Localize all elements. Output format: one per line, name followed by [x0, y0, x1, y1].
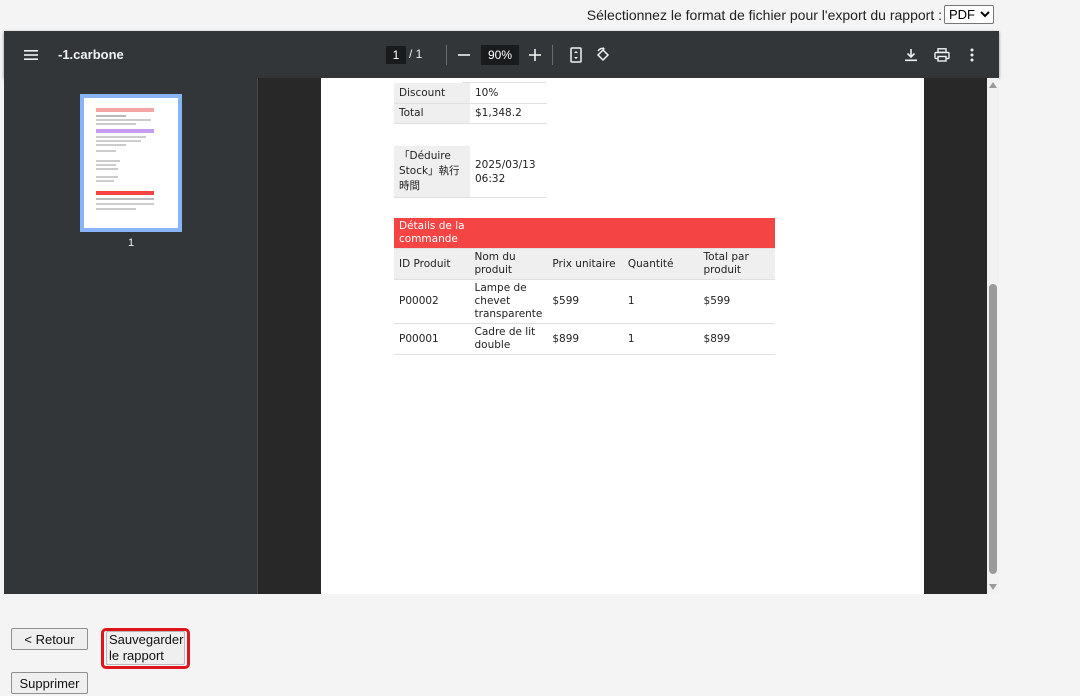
menu-icon[interactable] [21, 45, 41, 65]
export-format-label: Sélectionnez le format de fichier pour l… [586, 6, 942, 23]
table-header-row: ID Produit Nom du produit Prix unitaire … [394, 248, 775, 280]
table-cell: $899 [698, 323, 775, 355]
document-page: Discount 10% Total $1,348.2 「Déduire Sto… [321, 78, 924, 594]
toolbar-divider [552, 45, 553, 65]
vertical-scrollbar[interactable] [987, 78, 999, 594]
scrollbar-thumb[interactable] [989, 284, 997, 574]
thumbnail-preview [96, 108, 154, 210]
page-thumbnail[interactable] [80, 94, 182, 232]
print-icon[interactable] [932, 45, 952, 65]
column-header: Prix unitaire [547, 248, 623, 280]
fit-page-icon[interactable] [566, 45, 586, 65]
save-report-button[interactable]: Sauvegarder le rapport [106, 631, 185, 665]
column-header: Total par produit [698, 248, 775, 280]
zoom-in-icon[interactable] [525, 45, 545, 65]
zoom-level-input[interactable]: 90% [481, 45, 519, 65]
rotate-icon[interactable] [593, 45, 613, 65]
order-details-table: Détails de la commande ID Produit Nom du… [394, 218, 775, 355]
summary-value: $1,348.2 [470, 103, 547, 124]
summary-value: 10% [470, 83, 547, 104]
download-icon[interactable] [901, 45, 921, 65]
document-title: -1.carbone [58, 47, 124, 62]
table-cell: $599 [547, 279, 623, 324]
table-row: Discount 10% [394, 83, 547, 104]
stock-key: 「Déduire Stock」執行時間 [394, 146, 470, 198]
table-row: Total $1,348.2 [394, 103, 547, 124]
export-format-select[interactable]: PDF [944, 5, 994, 24]
table-cell: 1 [622, 323, 699, 355]
scroll-up-arrow-icon[interactable] [989, 82, 997, 88]
column-header: Nom du produit [469, 248, 548, 280]
export-format-bar: Sélectionnez le format de fichier pour l… [587, 5, 994, 24]
more-options-icon[interactable] [962, 45, 982, 65]
table-row: P00002 Lampe de chevet transparente $599… [394, 279, 775, 324]
order-table-title: Détails de la commande [394, 218, 775, 249]
table-cell: 1 [622, 279, 699, 324]
zoom-out-icon[interactable] [454, 45, 474, 65]
order-title-text: Détails de la commande [399, 220, 465, 245]
column-header: Quantité [622, 248, 699, 280]
summary-table: Discount 10% Total $1,348.2 [394, 83, 547, 124]
page-number-input[interactable]: 1 [386, 46, 406, 64]
thumbnail-sidebar: 1 [4, 78, 258, 594]
back-button[interactable]: < Retour [11, 628, 88, 650]
stock-table: 「Déduire Stock」執行時間 2025/03/13 06:32 [394, 146, 547, 198]
summary-key: Discount [394, 83, 470, 104]
document-pane[interactable]: Discount 10% Total $1,348.2 「Déduire Sto… [259, 78, 986, 594]
toolbar-divider [446, 45, 447, 65]
table-cell: Lampe de chevet transparente [469, 279, 548, 324]
page-total: / 1 [409, 47, 423, 61]
thumbnail-page-label: 1 [127, 237, 135, 249]
summary-key: Total [394, 103, 470, 124]
stock-value: 2025/03/13 06:32 [470, 146, 547, 198]
scroll-down-arrow-icon[interactable] [989, 584, 997, 590]
delete-button[interactable]: Supprimer [11, 672, 88, 694]
column-header: ID Produit [394, 248, 470, 280]
table-cell: P00001 [394, 323, 470, 355]
table-row: P00001 Cadre de lit double $899 1 $899 [394, 323, 775, 355]
table-cell: Cadre de lit double [469, 323, 548, 355]
pdf-toolbar: -1.carbone 1 / 1 90% [4, 31, 999, 78]
table-cell: $899 [547, 323, 623, 355]
pdf-viewer: -1.carbone 1 / 1 90% 1 Discount 10% Tota… [4, 31, 999, 594]
table-cell: P00002 [394, 279, 470, 324]
table-row: 「Déduire Stock」執行時間 2025/03/13 06:32 [394, 146, 547, 198]
table-cell: $599 [698, 279, 775, 324]
